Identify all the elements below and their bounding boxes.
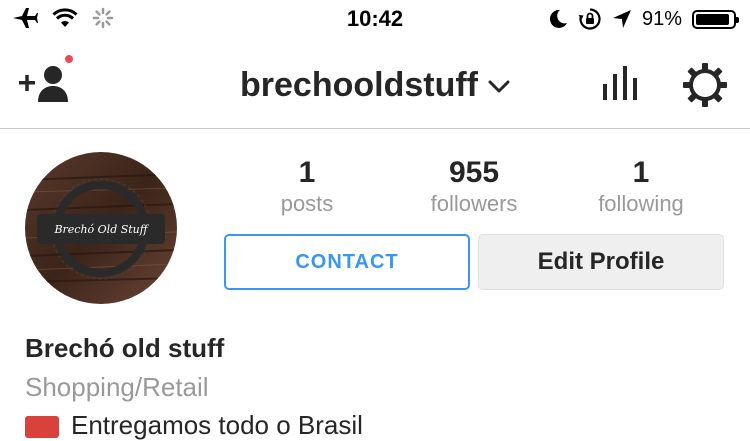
stat-value: 955: [448, 156, 500, 189]
profile-category: Shopping/Retail: [25, 372, 209, 402]
stat-posts[interactable]: 1 posts: [222, 155, 392, 217]
rotation-lock-icon: [578, 8, 601, 30]
battery-percent: 91%: [641, 7, 682, 30]
battery-fill: [696, 13, 729, 25]
avatar-logo-image: Brechó Old Stuff: [25, 152, 177, 304]
edit-profile-button[interactable]: Edit Profile: [478, 234, 724, 290]
svg-text:Brechó Old Stuff: Brechó Old Stuff: [53, 223, 149, 236]
location-arrow-icon: [612, 10, 631, 28]
battery-icon: [692, 9, 739, 29]
status-right-group: 91%: [548, 7, 739, 31]
stat-value: 1: [298, 156, 316, 189]
username-switcher[interactable]: brechooldstuff: [0, 66, 750, 105]
moon-icon: [549, 9, 567, 28]
truck-emoji-icon: [25, 416, 59, 439]
status-bar: 10:42 91%: [0, 0, 750, 40]
stat-label: following: [598, 191, 684, 216]
notification-dot: [65, 55, 73, 63]
chevron-down-icon: [488, 80, 510, 93]
stat-followers[interactable]: 955 followers: [389, 155, 559, 217]
insights-icon[interactable]: [603, 66, 637, 102]
bio-text: Entregamos todo o Brasil: [71, 410, 363, 440]
stat-following[interactable]: 1 following: [556, 155, 726, 217]
username-title: brechooldstuff: [240, 66, 478, 104]
profile-avatar[interactable]: Brechó Old Stuff: [25, 152, 177, 304]
profile-display-name: Brechó old stuff: [25, 333, 225, 363]
contact-button[interactable]: CONTACT: [224, 234, 470, 290]
bio-line: Entregamos todo o Brasil: [25, 410, 363, 441]
settings-icon[interactable]: [682, 62, 728, 108]
stat-value: 1: [632, 156, 650, 189]
stat-label: followers: [430, 191, 518, 216]
stat-label: posts: [280, 191, 334, 216]
profile-nav-bar: brechooldstuff: [0, 40, 750, 129]
